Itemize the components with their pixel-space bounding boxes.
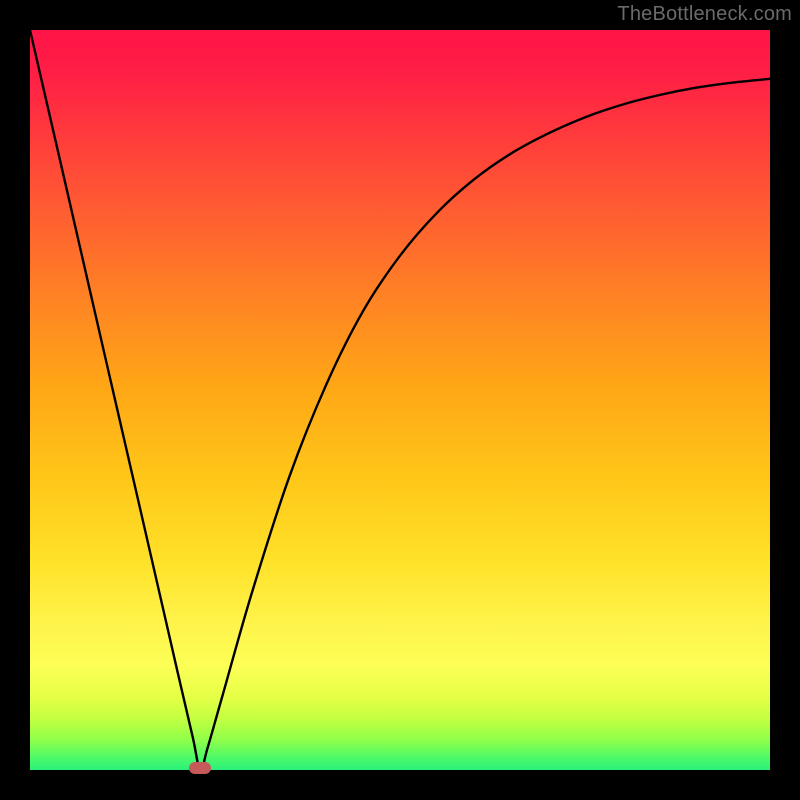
chart-canvas: TheBottleneck.com <box>0 0 800 800</box>
curve-svg <box>30 30 770 770</box>
plot-area <box>30 30 770 770</box>
minimum-marker <box>189 762 211 774</box>
bottleneck-curve <box>30 30 770 770</box>
watermark-text: TheBottleneck.com <box>617 3 792 26</box>
